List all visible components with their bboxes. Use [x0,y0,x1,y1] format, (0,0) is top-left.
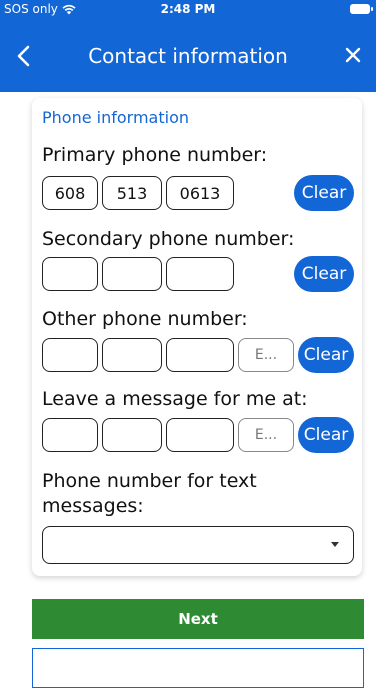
page-title: Contact information [88,44,288,68]
nav-bar: Contact information [0,20,376,92]
text-messages-label-line2: messages: [42,495,144,517]
status-bar: SOS only 2:48 PM [0,0,376,20]
secondary-area-code-field[interactable] [42,257,98,291]
message-line-field[interactable] [166,418,234,452]
other-extension-field[interactable]: E... [238,338,294,372]
primary-line-field[interactable]: 0613 [166,176,234,210]
primary-clear-button[interactable]: Clear [294,175,354,211]
message-phone-row: E... [42,417,294,453]
message-prefix-field[interactable] [102,418,162,452]
message-clear-button[interactable]: Clear [298,417,354,453]
text-messages-label-line1: Phone number for text [42,470,257,492]
other-line-field[interactable] [166,338,234,372]
status-time: 2:48 PM [160,2,216,16]
other-clear-button[interactable]: Clear [298,337,354,373]
secondary-phone-row [42,256,234,292]
message-phone-label: Leave a message for me at: [42,388,308,410]
other-phone-row: E... [42,337,294,373]
other-phone-label: Other phone number: [42,308,248,330]
secondary-button[interactable] [32,648,364,688]
caret-down-icon [331,542,339,547]
secondary-clear-button[interactable]: Clear [294,256,354,292]
primary-phone-label: Primary phone number: [42,144,268,166]
primary-phone-row: 608 513 0613 [42,175,234,211]
secondary-line-field[interactable] [166,257,234,291]
section-title: Phone information [42,108,189,127]
battery-icon [350,4,373,14]
secondary-prefix-field[interactable] [102,257,162,291]
primary-area-code-field[interactable]: 608 [42,176,98,210]
secondary-phone-label: Secondary phone number: [42,228,295,250]
primary-prefix-field[interactable]: 513 [102,176,162,210]
phone-information-card: Phone information Primary phone number: … [32,98,362,576]
other-prefix-field[interactable] [102,338,162,372]
message-extension-field[interactable]: E... [238,418,294,452]
other-area-code-field[interactable] [42,338,98,372]
message-area-code-field[interactable] [42,418,98,452]
text-messages-select[interactable] [42,526,354,564]
next-button[interactable]: Next [32,599,364,639]
close-icon[interactable] [342,44,364,66]
